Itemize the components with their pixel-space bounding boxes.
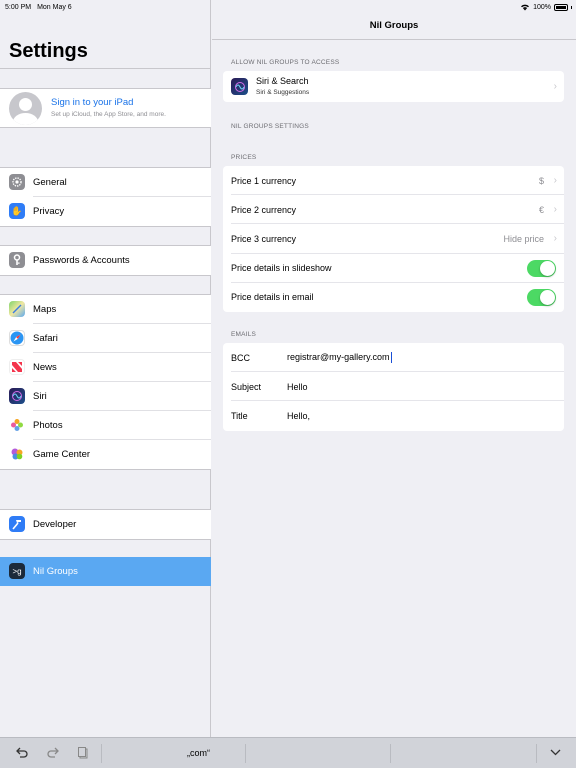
sidebar-group-accounts: Passwords & Accounts <box>0 245 211 276</box>
section-header-emails: EMAILS <box>231 331 257 338</box>
sidebar-item-label: Safari <box>33 333 58 344</box>
prices-card: Price 1 currency $ › Price 2 currency € … <box>223 166 564 312</box>
price-2-currency-row[interactable]: Price 2 currency € › <box>223 195 564 225</box>
status-date: Mon May 6 <box>37 3 72 11</box>
maps-icon <box>9 301 25 317</box>
sidebar-item-label: Siri <box>33 391 47 402</box>
row-value: $ <box>538 175 544 186</box>
battery-percent: 100% <box>533 3 551 11</box>
sidebar-group-developer: Developer <box>0 509 211 540</box>
status-time: 5:00 PM <box>5 3 32 11</box>
price-1-currency-row[interactable]: Price 1 currency $ › <box>223 166 564 196</box>
sidebar-item-developer[interactable]: Developer <box>0 510 211 539</box>
nil-groups-icon: >g <box>9 563 25 579</box>
row-label: Price details in email <box>231 292 314 303</box>
price-3-currency-row[interactable]: Price 3 currency Hide price › <box>223 224 564 254</box>
paste-icon[interactable] <box>78 747 88 759</box>
settings-sidebar: Settings Sign in to your iPad Set up iCl… <box>0 0 211 737</box>
key-icon <box>9 252 25 268</box>
sidebar-item-safari[interactable]: Safari <box>0 324 211 353</box>
subject-field[interactable]: Hello <box>287 382 308 392</box>
slideshow-toggle[interactable] <box>527 259 556 277</box>
keyboard-shortcut-bar: „com“ <box>0 737 576 768</box>
price-details-slideshow-row: Price details in slideshow <box>223 254 564 283</box>
access-card: Siri & Search Siri & Suggestions › <box>223 71 564 102</box>
chevron-right-icon: › <box>553 81 557 92</box>
siri-search-row[interactable]: Siri & Search Siri & Suggestions › <box>223 71 564 102</box>
row-label: Price details in slideshow <box>231 263 332 274</box>
sidebar-group-general: General ✋ Privacy <box>0 167 211 227</box>
chevron-down-icon[interactable] <box>550 749 561 756</box>
price-details-email-row: Price details in email <box>223 283 564 312</box>
undo-icon[interactable] <box>16 747 28 758</box>
bcc-row: BCC registrar@my-gallery.com <box>223 343 564 373</box>
news-icon <box>9 359 25 375</box>
sidebar-item-label: Photos <box>33 420 63 431</box>
siri-icon <box>231 78 248 95</box>
title-field[interactable]: Hello, <box>287 411 310 421</box>
sidebar-item-label: Maps <box>33 304 57 315</box>
chevron-right-icon: › <box>553 233 557 245</box>
row-label: Price 3 currency <box>231 233 297 244</box>
sidebar-group-nil-groups: >g Nil Groups <box>0 557 211 586</box>
photos-icon <box>9 417 25 433</box>
row-label: Price 1 currency <box>231 175 297 186</box>
bcc-field[interactable]: registrar@my-gallery.com <box>287 352 392 364</box>
chevron-right-icon: › <box>553 204 557 216</box>
row-label: BCC <box>231 352 251 363</box>
emails-card: BCC registrar@my-gallery.com Subject Hel… <box>223 343 564 431</box>
sidebar-item-game-center[interactable]: Game Center <box>0 440 211 469</box>
siri-search-subtitle: Siri & Suggestions <box>256 89 310 96</box>
sidebar-item-passwords-accounts[interactable]: Passwords & Accounts <box>0 246 211 275</box>
autocomplete-suggestion[interactable]: „com“ <box>187 748 210 758</box>
redo-icon[interactable] <box>47 747 59 758</box>
subject-row: Subject Hello <box>223 372 564 402</box>
sidebar-title: Settings <box>9 40 88 62</box>
sidebar-item-label: News <box>33 362 57 373</box>
sidebar-item-news[interactable]: News <box>0 353 211 382</box>
hand-icon: ✋ <box>9 203 25 219</box>
row-label: Price 2 currency <box>231 204 297 215</box>
sidebar-item-photos[interactable]: Photos <box>0 411 211 440</box>
row-value: € <box>538 204 544 215</box>
wifi-icon <box>521 4 530 11</box>
sidebar-item-label: Passwords & Accounts <box>33 255 130 266</box>
battery-icon <box>554 3 568 11</box>
sidebar-item-privacy[interactable]: ✋ Privacy <box>0 197 211 226</box>
avatar <box>9 92 42 125</box>
text-cursor <box>390 352 392 364</box>
sidebar-item-label: Nil Groups <box>33 566 78 577</box>
sign-in-row[interactable]: Sign in to your iPad Set up iCloud, the … <box>0 88 211 128</box>
compass-icon <box>9 330 25 346</box>
sidebar-item-label: Privacy <box>33 206 65 217</box>
section-header-prices: PRICES <box>231 154 257 161</box>
title-row: Title Hello, <box>223 401 564 430</box>
detail-panel: Nil Groups ALLOW NIL GROUPS TO ACCESS Si… <box>212 0 576 737</box>
gear-icon <box>9 174 25 190</box>
sidebar-item-siri[interactable]: Siri <box>0 382 211 411</box>
sign-in-subtitle: Set up iCloud, the App Store, and more. <box>51 111 166 118</box>
row-label: Subject <box>231 381 262 392</box>
siri-search-title: Siri & Search <box>256 76 309 86</box>
sidebar-item-maps[interactable]: Maps <box>0 295 211 324</box>
section-header-settings: NIL GROUPS SETTINGS <box>231 123 309 130</box>
sidebar-item-nil-groups[interactable]: >g Nil Groups <box>0 557 211 586</box>
section-header-access: ALLOW NIL GROUPS TO ACCESS <box>231 59 340 66</box>
sidebar-item-general[interactable]: General <box>0 168 211 197</box>
row-value: Hide price <box>503 233 544 244</box>
sidebar-item-label: Game Center <box>33 449 91 460</box>
game-center-icon <box>9 446 25 462</box>
page-title: Nil Groups <box>369 20 419 31</box>
chevron-right-icon: › <box>553 175 557 187</box>
siri-icon <box>9 388 25 404</box>
status-bar: 5:00 PM Mon May 6 100% <box>0 0 576 14</box>
sidebar-item-label: Developer <box>33 519 77 530</box>
sidebar-group-apps: Maps Safari News Siri Photos Game Center <box>0 294 211 470</box>
email-toggle[interactable] <box>527 288 556 306</box>
row-label: Title <box>231 410 248 421</box>
sidebar-item-label: General <box>33 177 67 188</box>
sign-in-title: Sign in to your iPad <box>51 97 134 108</box>
hammer-icon <box>9 516 25 532</box>
